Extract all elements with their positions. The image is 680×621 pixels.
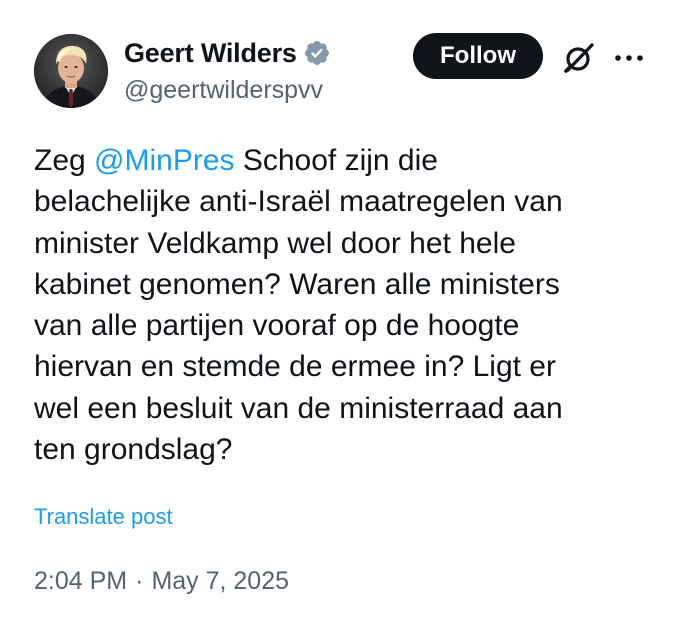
tweet-line-5: van alle partijen vooraf op de hoogte bbox=[34, 309, 520, 343]
avatar-image bbox=[34, 34, 108, 108]
tweet-line-7: wel een besluit van de ministerraad aan bbox=[34, 391, 563, 425]
translate-post-link[interactable]: Translate post bbox=[34, 504, 173, 530]
timestamp-separator: · bbox=[135, 567, 144, 595]
author-info: Geert Wilders @geertwilderspvv bbox=[124, 36, 331, 105]
tweet-line-8: ten grondslag? bbox=[34, 433, 233, 467]
grok-icon[interactable] bbox=[561, 40, 597, 76]
post-time: 2:04 PM bbox=[34, 567, 128, 595]
tweet-line-4: kabinet genomen? Waren alle ministers bbox=[34, 267, 560, 301]
display-name-row: Geert Wilders bbox=[124, 36, 331, 70]
tweet-line-3: minister Veldkamp wel door het hele bbox=[34, 226, 516, 260]
tweet-text: Zeg @MinPres Schoof zijn die belachelijk… bbox=[34, 140, 654, 470]
author-handle[interactable]: @geertwilderspvv bbox=[124, 76, 331, 105]
avatar[interactable] bbox=[34, 34, 108, 108]
tweet-line-1: Zeg @MinPres Schoof zijn die bbox=[34, 144, 438, 177]
follow-button[interactable]: Follow bbox=[413, 33, 543, 79]
display-name[interactable]: Geert Wilders bbox=[124, 38, 297, 69]
post-date: May 7, 2025 bbox=[151, 567, 290, 595]
mention-link[interactable]: @MinPres bbox=[94, 144, 234, 177]
post-timestamp[interactable]: 2:04 PM · May 7, 2025 bbox=[34, 567, 289, 596]
tweet-card: Geert Wilders @geertwilderspvv Follow Ze… bbox=[0, 0, 680, 621]
more-icon[interactable] bbox=[612, 48, 646, 68]
verified-badge-icon[interactable] bbox=[303, 39, 331, 67]
tweet-line-2: belachelijke anti-Israël maatregelen van bbox=[34, 185, 563, 219]
tweet-line-6: hiervan en stemde de ermee in? Ligt er bbox=[34, 350, 556, 384]
